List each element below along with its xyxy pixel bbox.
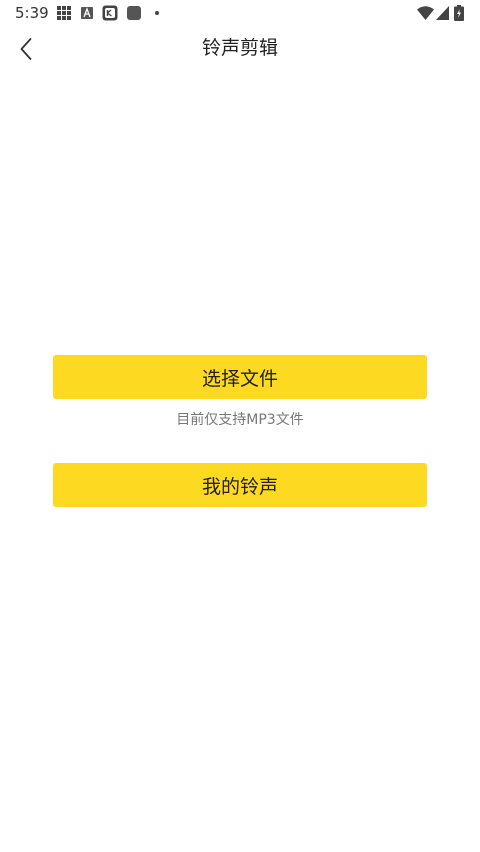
app-notification-icon xyxy=(102,5,118,21)
status-bar: 5:39 xyxy=(0,0,480,26)
select-file-label: 选择文件 xyxy=(201,367,278,390)
status-time: 5:39 xyxy=(15,4,49,22)
page-title: 铃声剪辑 xyxy=(201,37,278,59)
header: 铃声剪辑 xyxy=(0,26,480,72)
my-ringtones-label: 我的铃声 xyxy=(201,475,278,498)
battery-charging-icon xyxy=(454,5,464,21)
a-notification-icon xyxy=(81,7,93,19)
dot-icon xyxy=(155,11,159,15)
square-notification-icon xyxy=(127,6,141,20)
my-ringtones-button[interactable]: 我的铃声 xyxy=(53,463,427,507)
signal-icon xyxy=(436,6,449,20)
mp3-only-hint: 目前仅支持MP3文件 xyxy=(176,412,304,428)
select-file-button[interactable]: 选择文件 xyxy=(53,355,427,399)
grid-icon xyxy=(57,6,71,20)
wifi-icon xyxy=(417,6,434,20)
